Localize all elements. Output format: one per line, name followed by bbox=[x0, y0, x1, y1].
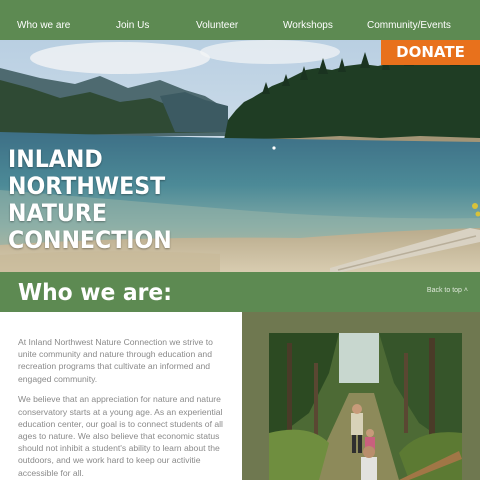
hero-title-line-4: CONNECTION bbox=[8, 226, 172, 254]
nav-volunteer[interactable]: Volunteer bbox=[196, 0, 238, 40]
nav-who-we-are[interactable]: Who we are bbox=[17, 0, 70, 40]
nav-workshops[interactable]: Workshops bbox=[283, 0, 333, 40]
nav-community-events[interactable]: Community/Events bbox=[367, 0, 451, 40]
hero-title-line-3: NATURE bbox=[8, 199, 107, 227]
trail-photo bbox=[269, 333, 462, 480]
section-title: Who we are: bbox=[18, 280, 172, 306]
content-area: At Inland Northwest Nature Connection we… bbox=[0, 312, 480, 480]
about-paragraph-2: We believe that an appreciation for natu… bbox=[18, 394, 223, 478]
about-paragraph-1: At Inland Northwest Nature Connection we… bbox=[18, 337, 213, 384]
hero-title-line-1: INLAND bbox=[8, 145, 103, 173]
trail-photo-image bbox=[269, 333, 462, 480]
hero-title-line-2: NORTHWEST bbox=[8, 172, 166, 200]
about-text: At Inland Northwest Nature Connection we… bbox=[0, 312, 242, 480]
section-header: Who we are: Back to top ˄ bbox=[0, 272, 480, 312]
donate-button[interactable]: DONATE bbox=[381, 40, 480, 65]
back-to-top-link[interactable]: Back to top ˄ bbox=[427, 287, 468, 294]
top-nav: Who we are Join Us Volunteer Workshops C… bbox=[0, 0, 480, 40]
hero-title: INLAND NORTHWEST NATURE CONNECTION bbox=[8, 146, 172, 254]
nav-join-us[interactable]: Join Us bbox=[116, 0, 149, 40]
back-to-top-label: Back to top bbox=[426, 287, 462, 294]
hero-banner: INLAND NORTHWEST NATURE CONNECTION bbox=[0, 40, 480, 272]
caret-up-icon: ˄ bbox=[463, 287, 468, 294]
